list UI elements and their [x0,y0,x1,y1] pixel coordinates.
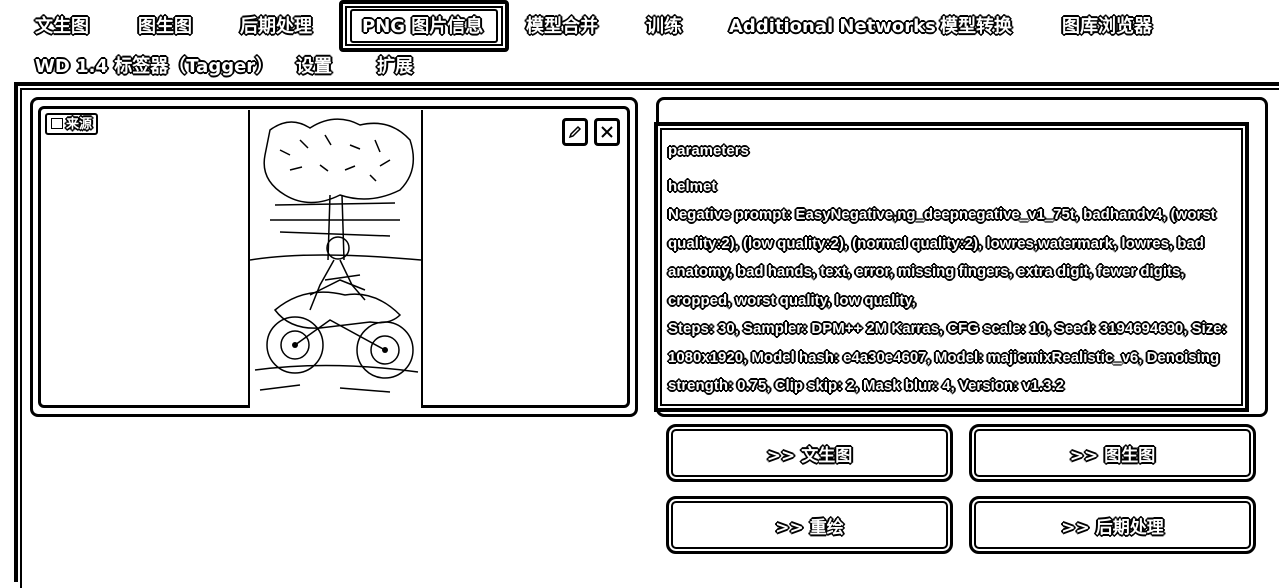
tab-tagger[interactable]: WD 1.4 标签器（Tagger） [35,56,273,78]
parameters-text: parameters helmet Negative prompt: EasyN… [668,137,1238,401]
tab-txt2img[interactable]: 文生图 [35,16,89,38]
pencil-icon[interactable] [562,118,588,146]
tab-additional-networks[interactable]: Additional Networks [729,16,936,38]
image-icon [51,118,63,129]
tab-extensions[interactable]: 扩展 [377,56,413,78]
source-label: 来源 [45,113,99,135]
tab-model-merge[interactable]: 模型合并 [526,16,598,38]
negative-prompt: Negative prompt: EasyNegative,ng_deepneg… [668,206,1216,309]
send-to-txt2img-button[interactable]: >> 文生图 [666,424,953,482]
positive-prompt: helmet [668,177,717,195]
parameters-heading: parameters [668,142,749,159]
tab-png-info[interactable]: PNG 图片信息 [362,16,483,38]
generation-settings: Steps: 30, Sampler: DPM++ 2M Karras, CFG… [668,320,1227,394]
tab-image-browser[interactable]: 图库浏览器 [1062,16,1152,38]
motorcycle-illustration [250,110,421,408]
source-image [248,110,423,408]
close-icon[interactable] [594,118,620,146]
send-to-inpaint-button[interactable]: >> 重绘 [666,496,953,554]
tab-img2img[interactable]: 图生图 [138,16,192,38]
send-to-img2img-button[interactable]: >> 图生图 [969,424,1256,482]
tab-settings[interactable]: 设置 [296,56,332,78]
tab-train[interactable]: 训练 [646,16,682,38]
tab-model-convert[interactable]: 模型转换 [940,16,1012,38]
send-to-extras-button[interactable]: >> 后期处理 [969,496,1256,554]
tab-extras[interactable]: 后期处理 [240,16,312,38]
